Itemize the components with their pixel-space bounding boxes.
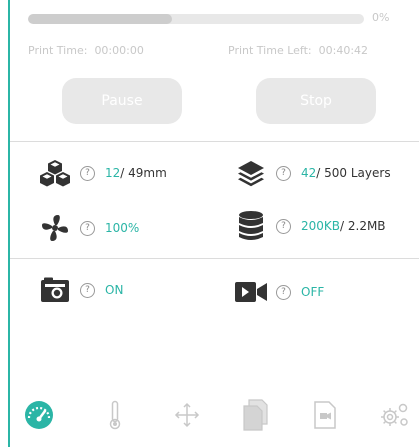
- help-icon[interactable]: ?: [80, 165, 95, 181]
- layer-height-stat: ? 12 / 49mm: [38, 158, 167, 188]
- settings-gears-icon[interactable]: [378, 398, 412, 432]
- layer-height-current: 12: [105, 166, 121, 180]
- fan-speed-value: 100%: [105, 221, 140, 235]
- camera-stat: ? ON: [38, 275, 123, 305]
- layers-stat: ? 42 / 500 Layers: [234, 158, 391, 188]
- print-time-left-label: Print Time Left:: [228, 44, 312, 57]
- video-status: OFF: [301, 285, 325, 299]
- camera-status: ON: [105, 283, 124, 297]
- help-icon[interactable]: ?: [276, 284, 291, 300]
- thermometer-icon[interactable]: [98, 398, 132, 432]
- print-time-left: Print Time Left: 00:40:42: [228, 44, 368, 57]
- file-size-current: 200KB: [301, 219, 341, 233]
- fan-stat: ? 100%: [38, 213, 139, 243]
- fan-icon: [38, 213, 72, 243]
- print-time-value: 00:00:00: [94, 44, 144, 57]
- print-time-left-value: 00:40:42: [318, 44, 369, 57]
- files-icon[interactable]: [238, 398, 272, 432]
- file-size-total: / 2.2MB: [340, 219, 386, 233]
- progress-fill: [28, 14, 173, 24]
- dashboard-icon[interactable]: [22, 398, 56, 432]
- divider: [10, 258, 419, 259]
- progress-percent: 0%: [372, 11, 390, 24]
- bottom-nav: [10, 390, 419, 440]
- pause-button[interactable]: Pause: [62, 78, 182, 124]
- stop-button[interactable]: Stop: [256, 78, 376, 124]
- video-camera-icon[interactable]: [234, 277, 268, 307]
- layer-height-total: / 49mm: [120, 166, 167, 180]
- file-size-stat: ? 200KB / 2.2MB: [234, 211, 386, 241]
- divider: [10, 141, 419, 142]
- print-time-label: Print Time:: [28, 44, 88, 57]
- help-icon[interactable]: ?: [80, 282, 95, 298]
- layers-icon: [234, 158, 268, 188]
- recording-file-icon[interactable]: [308, 398, 342, 432]
- video-stat: ? OFF: [234, 277, 324, 307]
- database-icon: [234, 211, 268, 241]
- camera-icon[interactable]: [38, 275, 72, 305]
- print-time: Print Time: 00:00:00: [28, 44, 144, 57]
- help-icon[interactable]: ?: [276, 218, 291, 234]
- help-icon[interactable]: ?: [80, 220, 95, 236]
- accent-border: [8, 0, 10, 447]
- cubes-icon: [38, 158, 72, 188]
- help-icon[interactable]: ?: [276, 165, 291, 181]
- move-icon[interactable]: [170, 398, 204, 432]
- progress-bar: [28, 14, 364, 24]
- layers-total: / 500 Layers: [316, 166, 391, 180]
- layers-current: 42: [301, 166, 317, 180]
